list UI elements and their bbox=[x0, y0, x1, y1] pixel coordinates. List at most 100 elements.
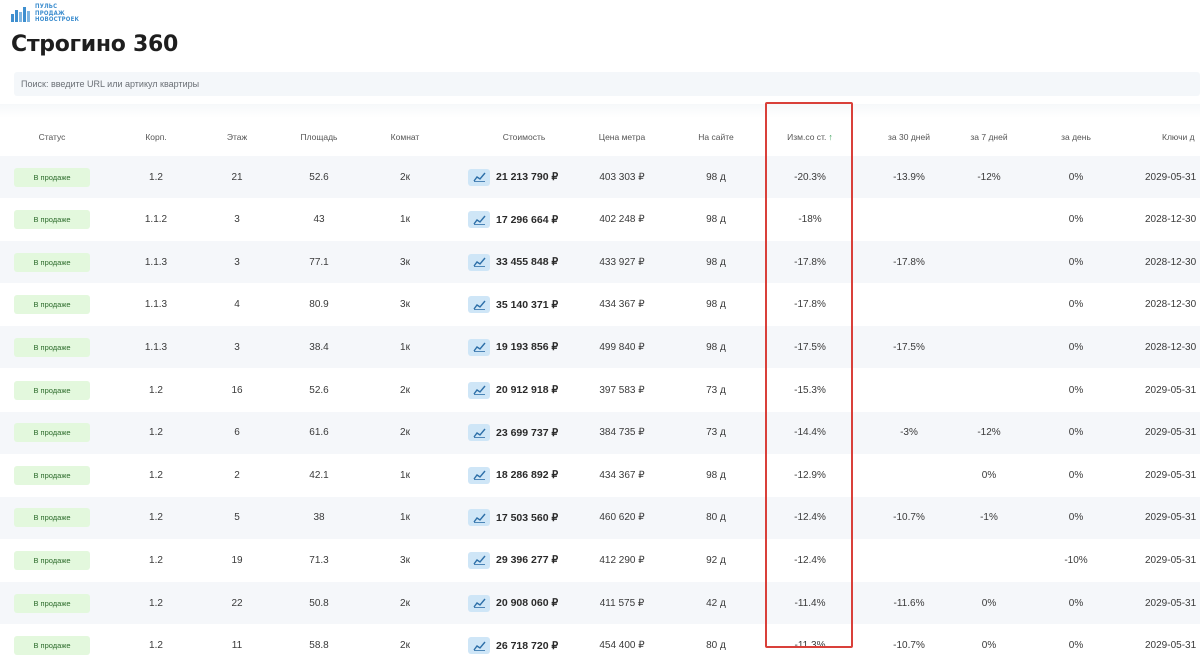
cell-korp: 1.2 bbox=[149, 384, 163, 396]
table-row[interactable]: В продаже 1.2 2 42.1 1к 18 286 892 ₽ 434 367 ₽… bbox=[0, 454, 1200, 496]
price-chart-icon[interactable] bbox=[468, 296, 490, 314]
cell-on-site: 98 д bbox=[706, 214, 726, 226]
cell-30-days: -17.8% bbox=[893, 256, 925, 268]
cell-on-site: 98 д bbox=[706, 341, 726, 353]
col-area[interactable]: Площадь bbox=[282, 118, 356, 156]
cell-rooms: 2к bbox=[400, 427, 410, 439]
table-panel-top bbox=[0, 104, 1200, 118]
table-row[interactable]: В продаже 1.2 21 52.6 2к 21 213 790 ₽ 403 303 … bbox=[0, 156, 1200, 198]
cell-rooms: 1к bbox=[400, 214, 410, 226]
col-floor[interactable]: Этаж bbox=[202, 118, 272, 156]
table-row[interactable]: В продаже 1.1.3 3 77.1 3к 33 455 848 ₽ 433 927… bbox=[0, 241, 1200, 284]
table-row[interactable]: В продаже 1.2 22 50.8 2к 20 908 060 ₽ 411 575 … bbox=[0, 582, 1200, 624]
cell-price-per-meter: 434 367 ₽ bbox=[599, 469, 645, 481]
cell-day: 0% bbox=[1068, 341, 1084, 353]
price-chart-icon[interactable] bbox=[468, 168, 490, 186]
cell-day: 0% bbox=[1068, 299, 1084, 311]
cell-on-site: 73 д bbox=[706, 427, 726, 439]
col-7-days[interactable]: за 7 дней bbox=[956, 118, 1022, 156]
cell-day: 0% bbox=[1068, 469, 1084, 481]
cell-7-days: 0% bbox=[981, 640, 997, 652]
cell-change: -14.4% bbox=[794, 427, 826, 439]
search-input[interactable] bbox=[14, 72, 1200, 96]
price-chart-icon[interactable] bbox=[468, 211, 490, 229]
table-row[interactable]: В продаже 1.2 19 71.3 3к 29 396 277 ₽ 412 290 … bbox=[0, 539, 1200, 581]
cell-price-per-meter: 499 840 ₽ bbox=[599, 341, 645, 353]
cost-cell: 21 213 790 ₽ bbox=[468, 156, 578, 198]
price-chart-icon[interactable] bbox=[468, 381, 490, 399]
logo-bars-icon bbox=[11, 7, 30, 22]
price-value: 23 699 737 ₽ bbox=[496, 426, 559, 439]
col-keys[interactable]: Ключи д bbox=[1162, 118, 1200, 156]
price-chart-icon[interactable] bbox=[468, 338, 490, 356]
cost-cell: 33 455 848 ₽ bbox=[468, 241, 578, 283]
cell-korp: 1.1.3 bbox=[144, 341, 168, 353]
table-row[interactable]: В продаже 1.2 5 38 1к 17 503 560 ₽ 460 620 ₽ 80… bbox=[0, 496, 1200, 539]
price-chart-icon[interactable] bbox=[468, 253, 490, 271]
price-value: 17 296 664 ₽ bbox=[496, 213, 559, 226]
cell-7-days: 0% bbox=[981, 597, 997, 609]
cell-day: 0% bbox=[1068, 597, 1084, 609]
cell-korp: 1.2 bbox=[149, 554, 163, 566]
cost-cell: 19 193 856 ₽ bbox=[468, 326, 578, 368]
table-row[interactable]: В продаже 1.1.3 3 38.4 1к 19 193 856 ₽ 499 840… bbox=[0, 326, 1200, 369]
logo[interactable]: ПУЛЬС ПРОДАЖ НОВОСТРОЕК bbox=[10, 4, 79, 24]
cell-keys: 2029-05-31 bbox=[1145, 554, 1197, 566]
cell-on-site: 80 д bbox=[706, 640, 726, 652]
cell-30-days bbox=[868, 454, 950, 496]
table-row[interactable]: В продаже 1.1.3 4 80.9 3к 35 140 371 ₽ 434 367… bbox=[0, 284, 1200, 326]
col-price-per-meter[interactable]: Цена метра bbox=[580, 118, 664, 156]
status-cell: В продаже bbox=[5, 412, 99, 454]
cost-cell: 17 296 664 ₽ bbox=[468, 199, 578, 241]
status-cell: В продаже bbox=[5, 199, 99, 241]
cell-change: -18% bbox=[798, 214, 822, 226]
col-cost[interactable]: Стоимость bbox=[470, 118, 578, 156]
cell-7-days bbox=[956, 369, 1022, 411]
table-row[interactable]: В продаже 1.2 6 61.6 2к 23 699 737 ₽ 384 735 ₽… bbox=[0, 411, 1200, 454]
status-cell: В продаже bbox=[5, 326, 99, 368]
price-chart-icon[interactable] bbox=[468, 551, 490, 569]
cell-floor: 3 bbox=[234, 341, 240, 353]
cell-floor: 2 bbox=[234, 469, 240, 481]
status-cell: В продаже bbox=[5, 625, 99, 667]
col-status[interactable]: Статус bbox=[5, 118, 99, 156]
col-on-site[interactable]: На сайте bbox=[676, 118, 756, 156]
col-korp[interactable]: Корп. bbox=[120, 118, 192, 156]
price-chart-icon[interactable] bbox=[468, 466, 490, 484]
price-value: 33 455 848 ₽ bbox=[496, 256, 559, 269]
cell-price-per-meter: 403 303 ₽ bbox=[599, 171, 645, 183]
cell-7-days bbox=[956, 539, 1022, 581]
cell-on-site: 98 д bbox=[706, 299, 726, 311]
table-row[interactable]: В продаже 1.2 11 58.8 2к 26 718 720 ₽ 454 400 … bbox=[0, 625, 1200, 667]
cell-korp: 1.1.2 bbox=[144, 214, 168, 226]
cell-floor: 19 bbox=[231, 554, 243, 566]
cell-day: 0% bbox=[1068, 640, 1084, 652]
col-30-days[interactable]: за 30 дней bbox=[868, 118, 950, 156]
col-day[interactable]: за день bbox=[1048, 118, 1104, 156]
cell-korp: 1.1.3 bbox=[144, 299, 168, 311]
price-chart-icon[interactable] bbox=[468, 424, 490, 442]
search-bar bbox=[14, 72, 1200, 96]
cell-floor: 6 bbox=[234, 427, 240, 439]
cell-30-days bbox=[868, 284, 950, 326]
status-badge: В продаже bbox=[14, 636, 90, 656]
cell-day: 0% bbox=[1068, 427, 1084, 439]
price-chart-icon[interactable] bbox=[468, 509, 490, 527]
cell-day: 0% bbox=[1068, 171, 1084, 183]
price-value: 20 912 918 ₽ bbox=[496, 384, 559, 396]
col-change[interactable]: Изм.со ст. ↑ bbox=[770, 118, 850, 156]
cell-price-per-meter: 411 575 ₽ bbox=[599, 597, 645, 609]
table-row[interactable]: В продаже 1.2 16 52.6 2к 20 912 918 ₽ 397 583 … bbox=[0, 369, 1200, 411]
page-title: Строгино 360 bbox=[11, 32, 178, 57]
table-row[interactable]: В продаже 1.1.2 3 43 1к 17 296 664 ₽ 402 248 ₽… bbox=[0, 199, 1200, 241]
cell-korp: 1.2 bbox=[149, 640, 163, 652]
price-value: 19 193 856 ₽ bbox=[496, 341, 559, 354]
col-rooms[interactable]: Комнат bbox=[366, 118, 444, 156]
cell-7-days: -1% bbox=[980, 512, 998, 524]
cell-on-site: 98 д bbox=[706, 171, 726, 183]
cell-change: -17.5% bbox=[794, 341, 826, 353]
cell-area: 38 bbox=[313, 512, 325, 524]
status-badge: В продаже bbox=[14, 167, 90, 187]
price-chart-icon[interactable] bbox=[468, 594, 490, 612]
cell-area: 80.9 bbox=[309, 299, 329, 311]
